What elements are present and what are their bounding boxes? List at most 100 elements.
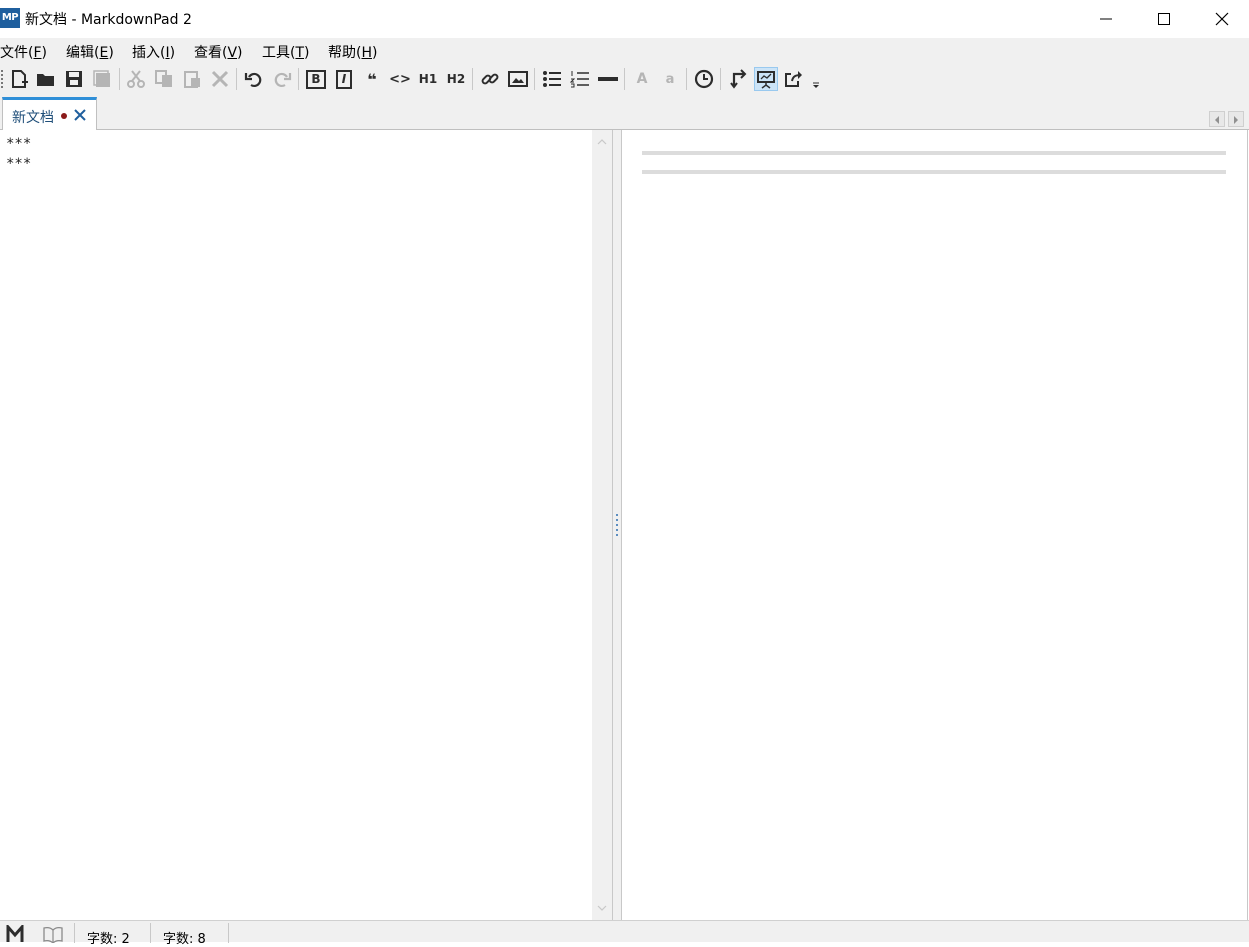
- uppercase-button[interactable]: A: [630, 67, 654, 91]
- code-button[interactable]: <>: [388, 67, 412, 91]
- menu-insert-end: ): [169, 45, 176, 61]
- italic-button[interactable]: I: [332, 67, 356, 91]
- chevron-down-icon: [597, 905, 607, 911]
- menu-view-key: V: [227, 45, 238, 61]
- menu-insert[interactable]: 插入(I): [132, 42, 175, 62]
- pane-splitter[interactable]: [612, 130, 622, 920]
- toolbar-grip[interactable]: [1, 70, 3, 88]
- status-divider: [150, 923, 151, 943]
- close-window-button[interactable]: [1199, 0, 1245, 38]
- lowercase-button[interactable]: a: [658, 67, 682, 91]
- word-count: 字数: 2: [87, 932, 130, 947]
- chevron-left-icon: [1215, 116, 1219, 124]
- menu-help-key: H: [361, 45, 372, 61]
- new-document-icon: [12, 70, 28, 88]
- menu-file-end: ): [41, 45, 47, 61]
- h2-icon: H2: [446, 72, 466, 86]
- horizontal-rule-button[interactable]: [596, 67, 620, 91]
- maximize-icon: [1158, 13, 1170, 25]
- copy-button[interactable]: [152, 67, 176, 91]
- tab-scroll-left-button[interactable]: [1209, 111, 1225, 127]
- close-icon: [74, 109, 86, 121]
- export-icon: [785, 71, 802, 87]
- delete-icon: [211, 70, 229, 88]
- h2-button[interactable]: H2: [444, 67, 468, 91]
- toolbar-overflow-button[interactable]: [807, 67, 825, 91]
- html-preview: [622, 130, 1248, 920]
- bold-icon: B: [306, 69, 326, 89]
- markdown-editor[interactable]: *** ***: [0, 130, 592, 920]
- tab-close-button[interactable]: [72, 107, 88, 123]
- maximize-button[interactable]: [1141, 0, 1187, 38]
- paste-button[interactable]: [180, 67, 204, 91]
- redo-button[interactable]: [270, 67, 294, 91]
- quote-icon: ❝: [367, 69, 377, 89]
- splitter-grip-icon: [616, 514, 618, 536]
- export-button[interactable]: [782, 67, 806, 91]
- menu-file-key: F: [33, 45, 42, 61]
- quote-button[interactable]: ❝: [360, 67, 384, 91]
- markdown-mode-icon[interactable]: [6, 925, 28, 943]
- toolbar-separator: [119, 68, 120, 90]
- menu-edit-end: ): [108, 45, 114, 61]
- menu-view-label: 查看(: [194, 45, 228, 61]
- menu-tools-label: 工具(: [262, 45, 296, 61]
- save-all-icon: [93, 70, 110, 87]
- code-icon: <>: [389, 71, 411, 87]
- save-button[interactable]: [62, 67, 86, 91]
- link-icon: [481, 73, 499, 85]
- menu-tools[interactable]: 工具(T): [262, 42, 310, 62]
- toolbar-separator: [472, 68, 473, 90]
- status-divider: [74, 923, 75, 943]
- menu-help[interactable]: 帮助(H): [328, 42, 377, 62]
- undo-button[interactable]: [242, 67, 266, 91]
- open-button[interactable]: [34, 67, 58, 91]
- toolbar-separator: [720, 68, 721, 90]
- live-preview-button[interactable]: [726, 67, 750, 91]
- presentation-icon: [757, 71, 775, 89]
- timestamp-icon: [694, 69, 714, 89]
- preview-horizontal-rule: [642, 170, 1226, 174]
- image-button[interactable]: [506, 67, 530, 91]
- minimize-icon: [1100, 18, 1112, 20]
- menu-edit[interactable]: 编辑(E): [66, 42, 114, 62]
- timestamp-button[interactable]: [692, 67, 716, 91]
- toolbar-separator: [686, 68, 687, 90]
- bold-button[interactable]: B: [304, 67, 328, 91]
- save-all-button[interactable]: [90, 67, 114, 91]
- menu-insert-label: 插入(: [132, 45, 166, 61]
- save-icon: [66, 71, 82, 87]
- menu-tools-key: T: [295, 45, 305, 61]
- tab-document[interactable]: 新文档: [2, 97, 97, 130]
- link-button[interactable]: [478, 67, 502, 91]
- numbered-list-icon: [570, 71, 589, 88]
- new-document-button[interactable]: [7, 67, 31, 91]
- menu-file[interactable]: 文件(F): [0, 42, 47, 62]
- preview-mode-icon[interactable]: [43, 925, 65, 943]
- menu-edit-key: E: [99, 45, 109, 61]
- menu-view[interactable]: 查看(V): [194, 42, 243, 62]
- open-folder-icon: [37, 74, 54, 86]
- close-icon: [1215, 12, 1229, 26]
- unsaved-indicator: [61, 113, 67, 119]
- editor-line[interactable]: ***: [6, 156, 31, 172]
- minimize-button[interactable]: [1083, 0, 1129, 38]
- cut-button[interactable]: [124, 67, 148, 91]
- tab-scroll-right-button[interactable]: [1228, 111, 1244, 127]
- editor-scrollbar[interactable]: [592, 130, 612, 920]
- menu-edit-label: 编辑(: [66, 45, 100, 61]
- menu-view-end: ): [237, 45, 243, 61]
- bullet-list-icon: [543, 71, 561, 87]
- h1-button[interactable]: H1: [416, 67, 440, 91]
- cut-icon: [127, 70, 145, 88]
- bullet-list-button[interactable]: [540, 67, 564, 91]
- lowercase-icon: a: [665, 71, 675, 87]
- editor-line[interactable]: ***: [6, 136, 31, 152]
- tab-strip: 新文档: [0, 96, 1249, 130]
- delete-button[interactable]: [208, 67, 232, 91]
- presentation-button[interactable]: [754, 67, 778, 91]
- numbered-list-button[interactable]: [568, 67, 592, 91]
- h1-icon: H1: [418, 72, 438, 86]
- menu-help-end: ): [372, 45, 378, 61]
- tab-label: 新文档: [12, 110, 54, 126]
